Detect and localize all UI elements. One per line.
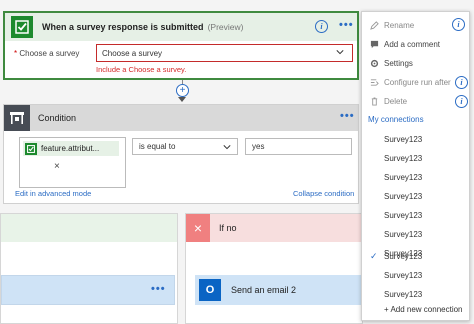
preview-label: (Preview) (207, 22, 244, 32)
connection-item[interactable]: Survey123 (362, 170, 469, 186)
dynamic-content-token[interactable]: feature.attribut... (23, 141, 119, 156)
outlook-icon: O (199, 279, 221, 301)
connection-item[interactable]: Survey123 (362, 268, 469, 284)
choose-survey-label: * Choose a survey (14, 49, 79, 58)
collapse-condition-link[interactable]: Collapse condition (293, 189, 354, 198)
connection-label: Survey123 (384, 135, 423, 144)
required-mark: * (14, 49, 18, 58)
menu-item-label: Configure run after (384, 77, 451, 87)
comment-icon (369, 39, 379, 49)
if-no-branch: × If no O Send an email 2 (185, 213, 369, 324)
survey123-icon (11, 16, 33, 38)
my-connections-heading: My connections (368, 115, 424, 124)
chevron-down-icon (223, 145, 231, 150)
if-yes-header[interactable] (1, 214, 177, 242)
chevron-down-icon (336, 50, 344, 55)
menu-item-label: Rename (384, 20, 415, 30)
connection-item[interactable]: Survey123 (362, 287, 469, 303)
connection-item[interactable]: Survey123 (362, 208, 469, 224)
send-email-title: Send an email 2 (231, 285, 297, 295)
info-icon[interactable]: i (315, 20, 328, 33)
if-no-title: If no (219, 223, 237, 233)
menu-item-configure-run-after[interactable]: Configure run after i (362, 73, 469, 91)
condition-header[interactable]: Condition (4, 105, 358, 131)
trash-icon (369, 96, 379, 106)
survey123-token-icon (25, 142, 37, 155)
connection-item[interactable]: Survey123 (362, 227, 469, 243)
condition-value-input[interactable]: yes (245, 138, 352, 155)
connection-label: Survey123 (384, 271, 423, 280)
menu-item-settings[interactable]: Settings (362, 54, 469, 72)
connection-label: Survey123 (384, 290, 423, 299)
choose-survey-select[interactable]: Choose a survey (96, 44, 353, 62)
if-no-header[interactable]: × If no (186, 214, 362, 242)
connection-label: Survey123 (384, 192, 423, 201)
connection-label: Survey123 (384, 230, 423, 239)
menu-item-rename[interactable]: Rename (362, 16, 469, 34)
condition-title: Condition (38, 113, 77, 123)
connection-label: Survey123 (384, 252, 423, 261)
trigger-header[interactable]: When a survey response is submitted (Pre… (5, 13, 357, 41)
settings-icon (369, 58, 379, 68)
menu-item-label: Settings (384, 58, 413, 68)
if-yes-action-card[interactable]: ••• (1, 275, 175, 305)
trigger-card: When a survey response is submitted (Pre… (3, 11, 359, 80)
menu-item-delete[interactable]: Delete i (362, 92, 469, 110)
condition-card: Condition ••• feature.attribut... × is e… (3, 104, 359, 204)
info-icon[interactable]: i (455, 75, 468, 89)
add-new-connection-link[interactable]: + Add new connection (384, 305, 463, 314)
remove-token-icon[interactable]: × (54, 161, 60, 172)
connection-label: Survey123 (384, 173, 423, 182)
connection-label: Survey123 (384, 211, 423, 220)
trigger-title: When a survey response is submitted (42, 22, 204, 32)
menu-item-add-comment[interactable]: Add a comment (362, 35, 469, 53)
choose-survey-value: Choose a survey (102, 48, 163, 58)
info-icon[interactable]: i (455, 94, 468, 108)
add-step-icon[interactable]: + (176, 84, 189, 97)
validation-error: Include a Choose a survey. (96, 65, 187, 74)
configure-run-after-icon (369, 77, 379, 87)
connection-item[interactable]: Survey123 (362, 151, 469, 167)
connection-item[interactable]: Survey123 (362, 189, 469, 205)
checkmark-icon: ✓ (370, 251, 378, 261)
condition-icon (4, 105, 30, 131)
edit-advanced-mode-link[interactable]: Edit in advanced mode (15, 189, 91, 198)
send-email-action-card[interactable]: O Send an email 2 (195, 275, 369, 305)
menu-item-label: Delete (384, 96, 408, 106)
condition-more-options-icon[interactable]: ••• (340, 110, 355, 122)
close-icon: × (186, 214, 210, 242)
menu-item-label: Add a comment (384, 39, 441, 49)
condition-left-operand[interactable]: feature.attribut... × (19, 137, 126, 188)
action-more-options-icon[interactable]: ••• (151, 283, 166, 295)
rename-icon (369, 20, 379, 30)
operator-value: is equal to (139, 142, 176, 151)
operator-select[interactable]: is equal to (132, 138, 238, 155)
if-yes-branch: ••• (0, 213, 178, 324)
trigger-more-options-icon[interactable]: ••• (339, 19, 354, 31)
action-context-menu: i Rename Add a comment Settings Configur… (361, 11, 470, 321)
choose-survey-label-text: Choose a survey (19, 49, 80, 58)
token-label: feature.attribut... (41, 144, 100, 153)
arrow-down-icon (178, 97, 186, 102)
connection-item-selected[interactable]: ✓ Survey123 (362, 249, 469, 265)
connection-label: Survey123 (384, 154, 423, 163)
connection-item[interactable]: Survey123 (362, 132, 469, 148)
